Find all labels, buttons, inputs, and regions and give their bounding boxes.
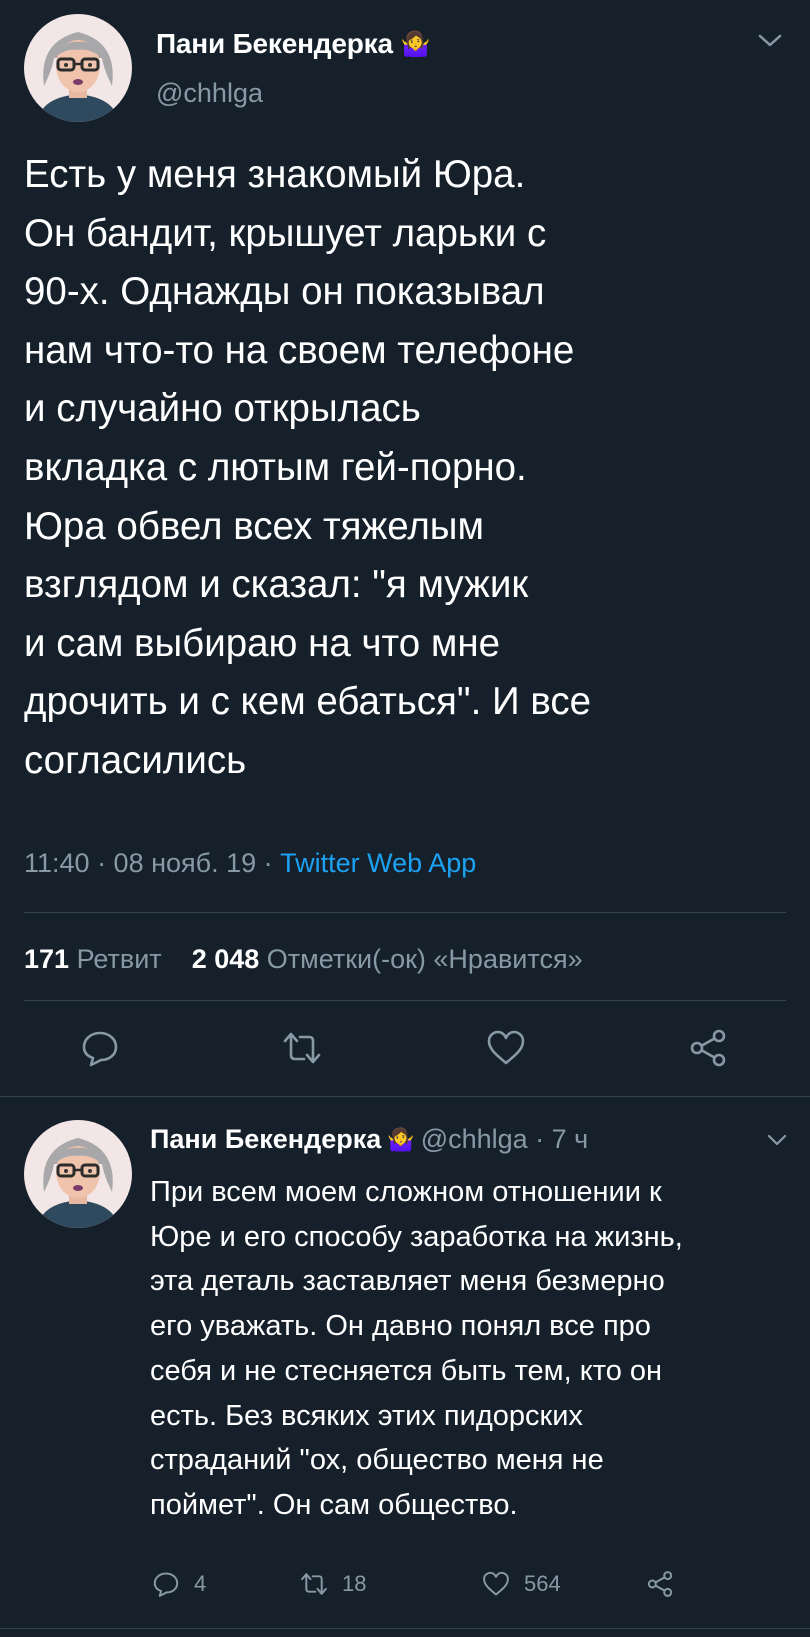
share-icon <box>647 1571 673 1597</box>
tweet-text-line: согласились <box>24 738 247 782</box>
reply-text-line: поймет". Он сам общество. <box>150 1488 518 1521</box>
reply-retweet-button[interactable]: 18 <box>300 1569 366 1599</box>
retweets-stat[interactable]: 171 Ретвит <box>24 944 162 974</box>
chevron-down-icon[interactable] <box>766 1132 788 1148</box>
reply-text-line: эта деталь заставляет меня безмерно <box>150 1265 665 1298</box>
reply-text-line: себя и не стесняется быть тем, кто он <box>150 1354 663 1387</box>
tweet-text: Есть у меня знакомый Юра. Он бандит, кры… <box>24 146 794 791</box>
heart-icon[interactable] <box>486 1028 526 1068</box>
tweet-text-line: Он бандит, крышует ларьки с <box>24 211 547 255</box>
reply-text-line: его уважать. Он давно понял все про <box>150 1310 651 1343</box>
retweet-count: 18 <box>342 1571 367 1596</box>
like-count: 564 <box>524 1571 561 1596</box>
retweets-count: 171 <box>24 944 70 974</box>
retweet-icon[interactable] <box>282 1028 322 1068</box>
share-icon[interactable] <box>688 1028 728 1068</box>
reply-text-line: есть. Без всяких этих пидорских <box>150 1399 583 1432</box>
chevron-down-icon[interactable] <box>756 30 784 50</box>
avatar[interactable] <box>24 14 132 122</box>
shrug-emoji: 🤷‍♀️ <box>400 30 431 58</box>
reply-reply-button[interactable]: 4 <box>152 1569 206 1599</box>
author-handle[interactable]: @chhlga <box>156 78 263 109</box>
tweet-stats: 171 Ретвит 2 048 Отметки(-ок) «Нравится» <box>24 944 583 975</box>
reply-header[interactable]: Пани Бекендерка 🤷‍♀️ @chhlga · 7 ч <box>150 1124 588 1155</box>
reply-text-line: страданий "ох, общество меня не <box>150 1444 604 1477</box>
shrug-emoji: 🤷‍♀️ <box>387 1126 415 1152</box>
reply-icon[interactable] <box>80 1028 120 1068</box>
heart-icon <box>483 1571 509 1596</box>
likes-label: Отметки(-ок) «Нравится» <box>266 944 583 974</box>
reply-author-name[interactable]: Пани Бекендерка <box>150 1124 381 1155</box>
reply-avatar[interactable] <box>24 1120 132 1228</box>
tweet-text-line: Есть у меня знакомый Юра. <box>24 153 526 196</box>
reply-like-button[interactable]: 564 <box>482 1569 561 1599</box>
divider <box>24 1000 786 1001</box>
timestamp[interactable]: 11:40 · 08 нояб. 19 · <box>24 848 280 878</box>
tweet-text-line: 90-х. Однажды он показывал <box>24 270 545 314</box>
reply-icon <box>153 1572 179 1597</box>
author-name[interactable]: Пани Бекендерка <box>156 28 393 60</box>
tweet-text-line: и случайно открылась <box>24 387 421 431</box>
reply-meta: @chhlga · 7 ч <box>420 1124 589 1154</box>
tweet-text-line: вкладка с лютым гей-порно. <box>24 445 527 489</box>
retweets-label: Ретвит <box>76 944 162 974</box>
tweet-meta: 11:40 · 08 нояб. 19 · Twitter Web App <box>24 848 476 879</box>
tweet-text-line: Юра обвел всех тяжелым <box>24 504 484 548</box>
likes-count: 2 048 <box>191 944 260 974</box>
reply-text: При всем моем сложном отношении к Юре и … <box>150 1170 800 1528</box>
reply-text-line: При всем моем сложном отношении к <box>150 1176 662 1208</box>
tweet-text-line: дрочить и с кем ебаться". И все <box>24 680 592 724</box>
author-name-row[interactable]: Пани Бекендерка 🤷‍♀️ <box>156 28 431 60</box>
tweet-text-line: и сам выбираю на что мне <box>24 621 500 665</box>
divider <box>24 912 786 913</box>
section-divider <box>0 1096 810 1097</box>
source-link[interactable]: Twitter Web App <box>280 848 476 878</box>
tweet-text-line: нам что-то на своем телефоне <box>24 328 575 372</box>
reply-text-line: Юре и его способу заработка на жизнь, <box>150 1220 683 1253</box>
reply-share-button[interactable] <box>646 1569 674 1599</box>
tweet-text-line: взглядом и сказал: "я мужик <box>24 563 529 607</box>
section-divider <box>0 1628 810 1629</box>
likes-stat[interactable]: 2 048 Отметки(-ок) «Нравится» <box>192 944 583 974</box>
reply-count: 4 <box>194 1571 207 1596</box>
retweet-icon <box>301 1573 327 1595</box>
